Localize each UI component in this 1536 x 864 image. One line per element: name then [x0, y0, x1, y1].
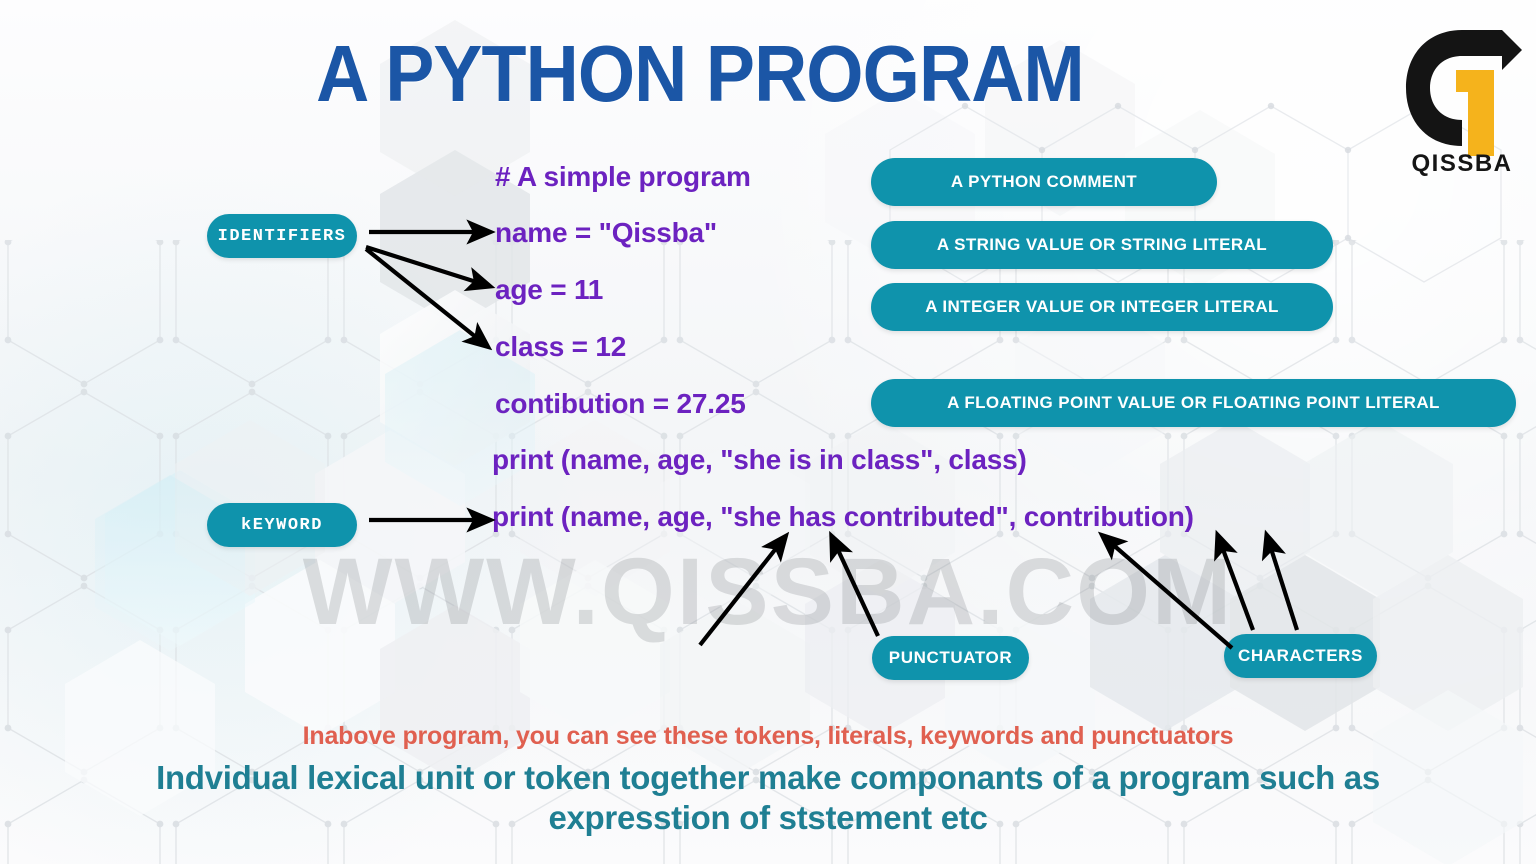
literal-type-badge[interactable]: A STRING VALUE OR STRING LITERAL [871, 221, 1333, 269]
footer-summary: Indvidual lexical unit or token together… [156, 759, 1380, 837]
token-label-badge[interactable]: kEYWORD [207, 503, 357, 547]
footer-note: Inabove program, you can see these token… [302, 722, 1234, 750]
token-label-badge[interactable]: IDENTIFIERS [207, 214, 357, 258]
arrow-identifiers-to-age [365, 244, 496, 292]
site-watermark: WWW.QISSBA.COM [302, 539, 1234, 645]
literal-type-badge[interactable]: A PYTHON COMMENT [871, 158, 1217, 206]
code-line: print (name, age, "she is in class", cla… [492, 444, 1027, 475]
page-title: A PYTHON PROGRAM [316, 29, 1085, 118]
code-line: age = 11 [495, 274, 604, 305]
code-line: contibution = 27.25 [495, 388, 746, 419]
literal-type-badge[interactable]: A FLOATING POINT VALUE OR FLOATING POINT… [871, 379, 1516, 427]
token-label-badge[interactable]: PUNCTUATOR [872, 636, 1029, 680]
code-line: print (name, age, "she has contributed",… [492, 501, 1194, 532]
code-line: class = 12 [495, 331, 627, 362]
brand-wordmark: QISSBA [1411, 150, 1513, 177]
infographic-canvas: WWW.QISSBA.COM A PYTHON PROGRAM QISSBA #… [0, 0, 1536, 864]
code-line: name = "Qissba" [495, 217, 717, 248]
code-line: # A simple program [495, 161, 751, 192]
literal-type-badge[interactable]: A INTEGER VALUE OR INTEGER LITERAL [871, 283, 1333, 331]
token-label-badge[interactable]: CHARACTERS [1224, 634, 1377, 678]
arrow-identifiers-to-class [364, 247, 493, 351]
